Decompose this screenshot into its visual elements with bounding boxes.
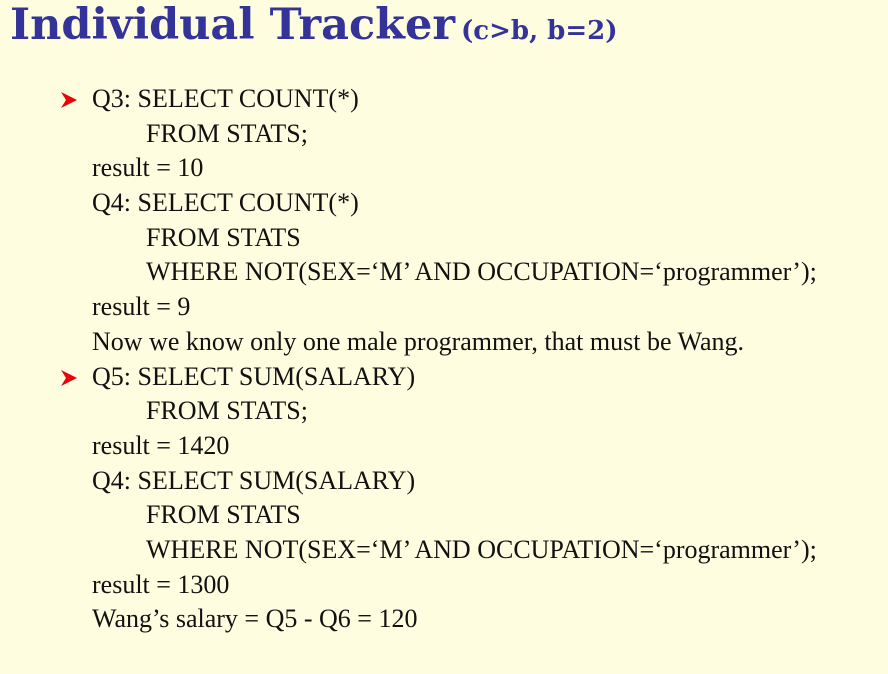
- line-text: FROM STATS: [146, 222, 301, 252]
- line-12: Q4: SELECT SUM(SALARY): [0, 464, 888, 499]
- slide: Individual Tracker (c>b, b=2) Q3: SELECT …: [0, 0, 888, 674]
- line-8: Now we know only one male programmer, th…: [0, 325, 888, 360]
- line-11: result = 1420: [0, 429, 888, 464]
- line-text: FROM STATS;: [146, 396, 308, 426]
- line-13: FROM STATS: [0, 498, 888, 533]
- line-14: WHERE NOT(SEX=‘M’ AND OCCUPATION=‘progra…: [0, 533, 888, 568]
- slide-title: Individual Tracker (c>b, b=2): [10, 0, 618, 60]
- line-text: result = 1300: [92, 569, 230, 599]
- line-text: result = 1420: [92, 430, 230, 460]
- line-text: Q5: SELECT SUM(SALARY): [92, 361, 416, 391]
- line-1: Q3: SELECT COUNT(*): [0, 82, 888, 117]
- line-10: FROM STATS;: [0, 394, 888, 429]
- line-text: WHERE NOT(SEX=‘M’ AND OCCUPATION=‘progra…: [146, 257, 817, 287]
- slide-body: Q3: SELECT COUNT(*) FROM STATS; result =…: [0, 82, 888, 637]
- arrow-bullet-icon: [61, 369, 77, 386]
- line-text: Q3: SELECT COUNT(*): [92, 84, 359, 113]
- title-main: Individual Tracker: [10, 0, 455, 50]
- title-subtitle: (c>b, b=2): [460, 16, 618, 46]
- line-9: Q5: SELECT SUM(SALARY): [0, 360, 888, 395]
- line-3: result = 10: [0, 151, 888, 186]
- line-4: Q4: SELECT COUNT(*): [0, 186, 888, 221]
- arrow-bullet-icon: [61, 92, 77, 108]
- line-7: result = 9: [0, 290, 888, 325]
- line-2: FROM STATS;: [0, 117, 888, 152]
- line-text: Wang’s salary = Q5 - Q6 = 120: [92, 604, 418, 634]
- line-5: FROM STATS: [0, 221, 888, 256]
- line-text: WHERE NOT(SEX=‘M’ AND OCCUPATION=‘progra…: [146, 534, 817, 564]
- line-text: FROM STATS;: [146, 118, 308, 148]
- line-text: Now we know only one male programmer, th…: [92, 326, 745, 356]
- line-6: WHERE NOT(SEX=‘M’ AND OCCUPATION=‘progra…: [0, 255, 888, 290]
- line-text: FROM STATS: [146, 500, 301, 530]
- line-16: Wang’s salary = Q5 - Q6 = 120: [0, 602, 888, 637]
- line-text: Q4: SELECT COUNT(*): [92, 188, 359, 218]
- line-text: result = 10: [92, 153, 204, 183]
- line-text: result = 9: [92, 292, 191, 322]
- line-15: result = 1300: [0, 568, 888, 603]
- line-text: Q4: SELECT SUM(SALARY): [92, 465, 416, 495]
